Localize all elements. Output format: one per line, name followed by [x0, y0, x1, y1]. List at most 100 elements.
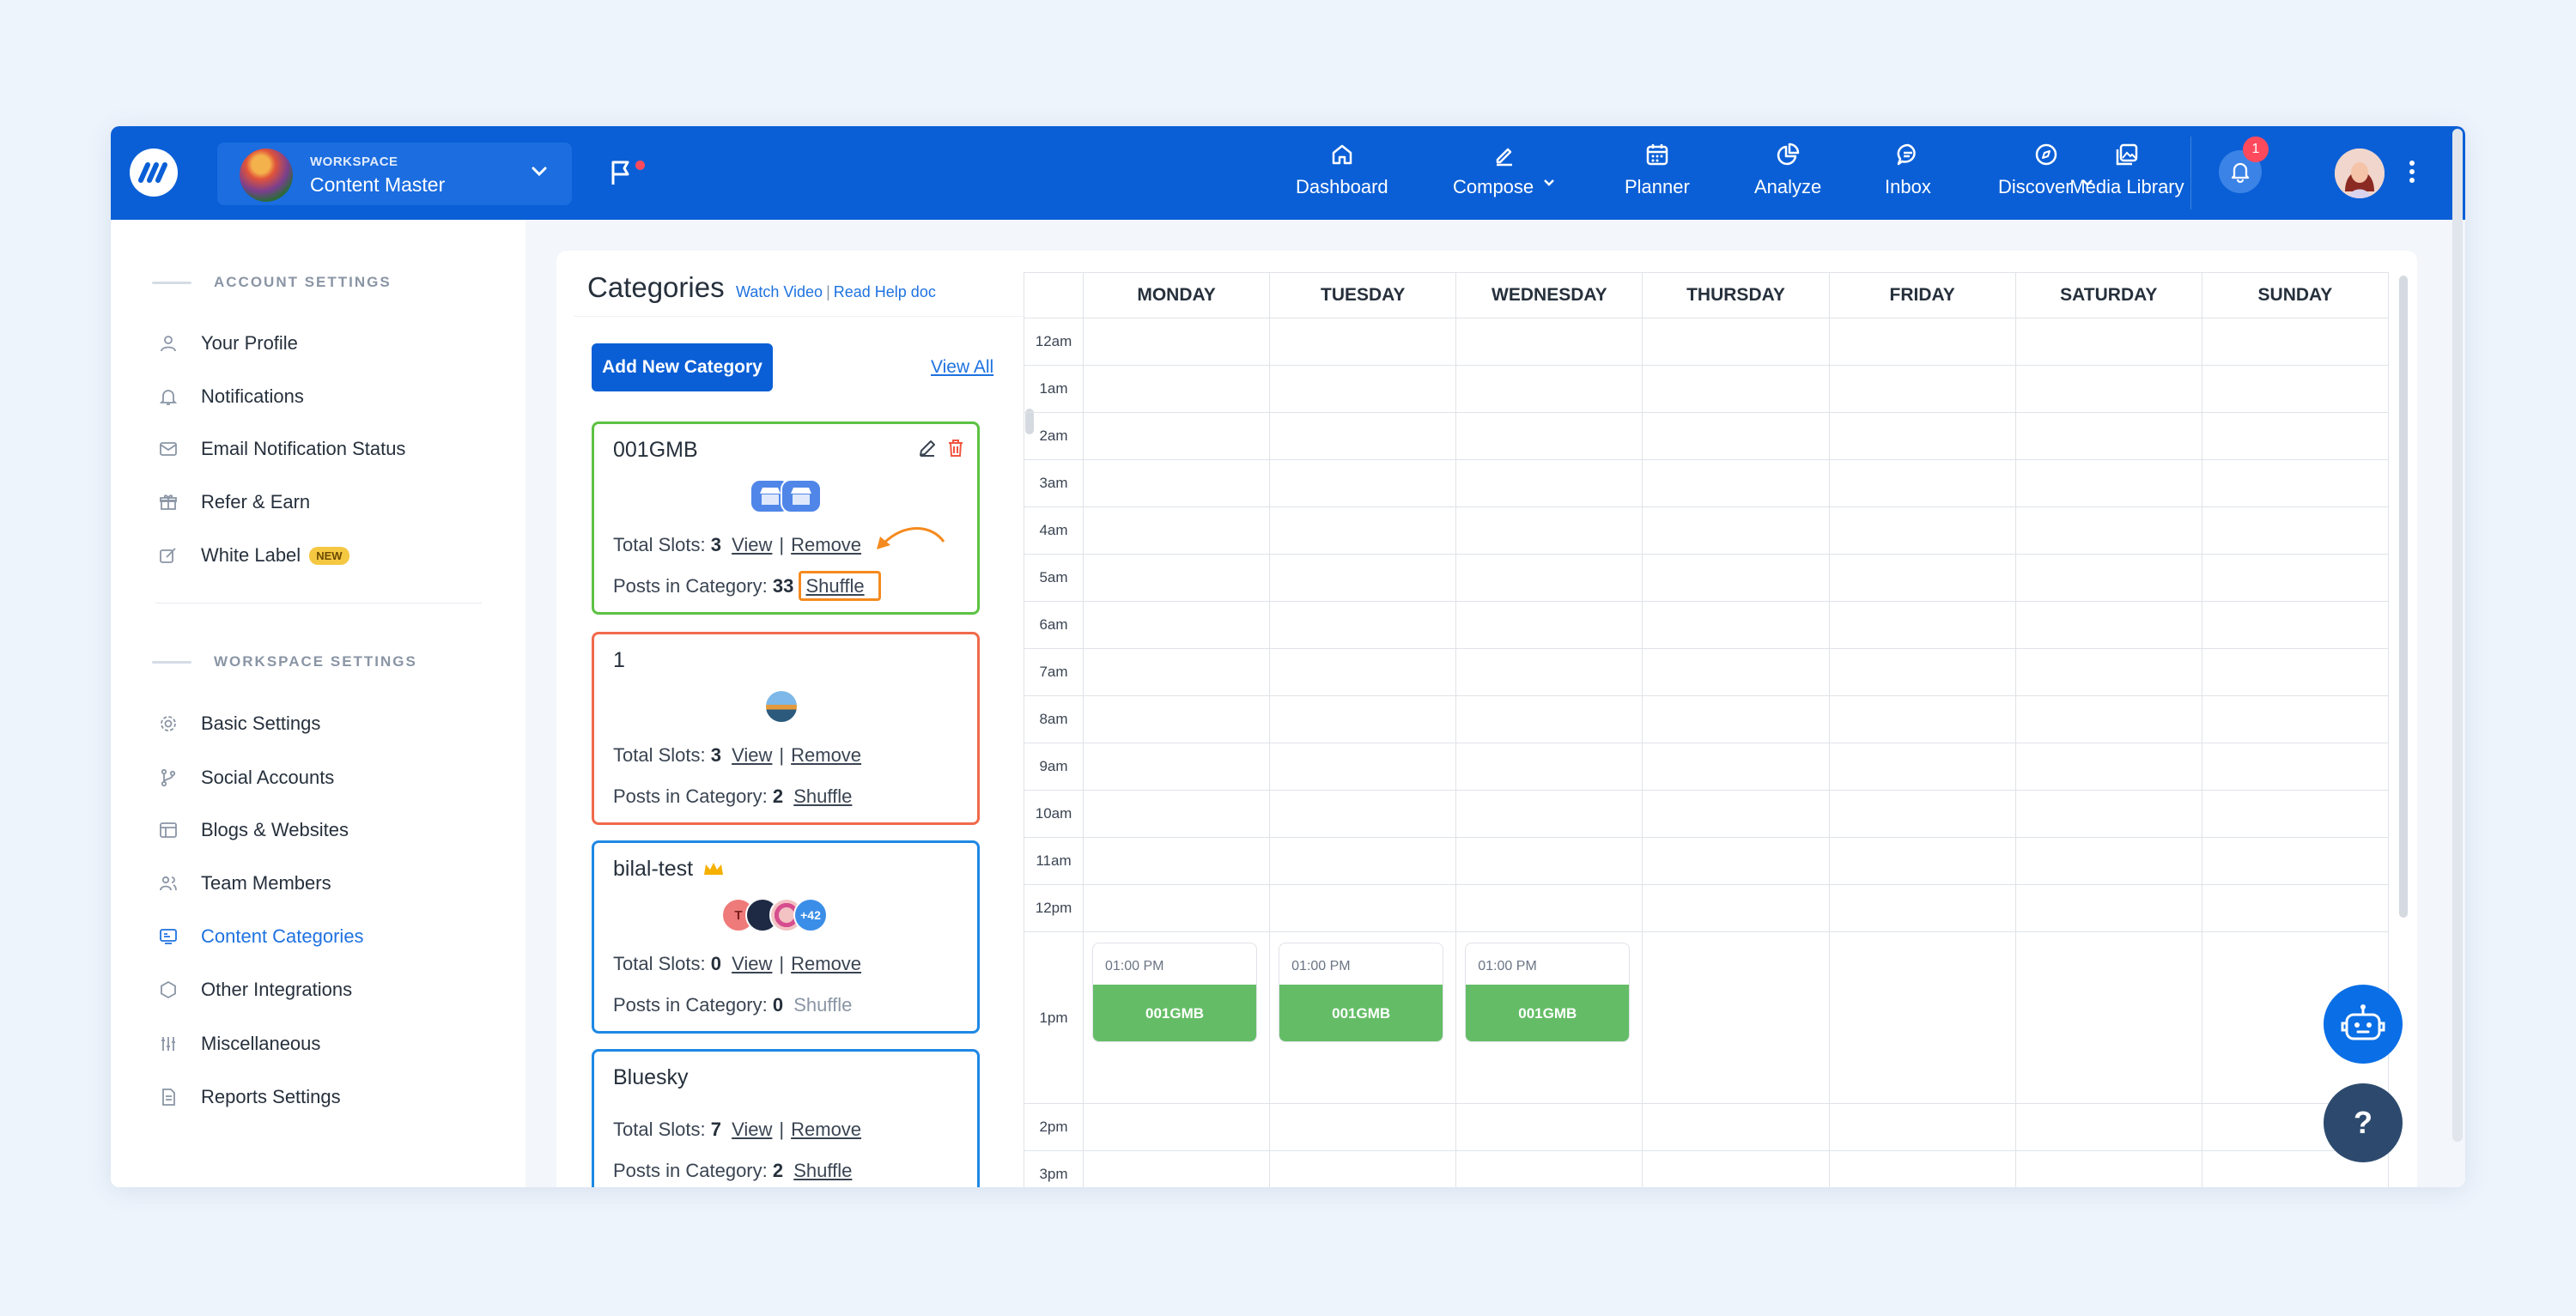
account-avatars	[750, 479, 822, 513]
hour-label: 10am	[1024, 790, 1084, 838]
time-slot[interactable]: 01:00 PM 001GMB	[1465, 943, 1631, 1042]
nav-compose[interactable]: Compose	[1453, 142, 1556, 206]
sidebar-item-label: Basic Settings	[201, 713, 321, 734]
posts-row: Posts in Category: 2 Shuffle	[613, 1160, 853, 1181]
time-header-corner	[1024, 272, 1084, 318]
gift-icon	[160, 494, 177, 510]
hour-label: 7am	[1024, 648, 1084, 696]
layout-icon	[160, 822, 177, 838]
sidebar-item-content-categories[interactable]: Content Categories	[158, 922, 364, 951]
sidebar-item-reports-settings[interactable]: Reports Settings	[158, 1083, 341, 1112]
nav-dashboard[interactable]: Dashboard	[1296, 142, 1388, 206]
sidebar-item-other-integrations[interactable]: Other Integrations	[158, 975, 352, 1004]
add-new-category-button[interactable]: Add New Category	[592, 343, 773, 391]
category-card[interactable]: Bluesky Total Slots: 7 View | Remove Posts…	[592, 1049, 980, 1187]
flag-icon[interactable]	[609, 159, 633, 186]
view-slots-link[interactable]: View	[732, 744, 772, 766]
workspace-name: Content Master	[310, 173, 446, 196]
total-slots-row: Total Slots: 0 View | Remove	[613, 953, 862, 974]
sidebar-item-your-profile[interactable]: Your Profile	[158, 329, 298, 358]
view-slots-link[interactable]: View	[732, 534, 772, 555]
hour-label: 8am	[1024, 695, 1084, 743]
view-slots-link[interactable]: View	[732, 953, 772, 974]
nav-inbox[interactable]: Inbox	[1885, 142, 1931, 206]
view-all-link[interactable]: View All	[931, 357, 993, 378]
hour-label: 6am	[1024, 601, 1084, 649]
categories-panel: Categories Watch Video | Read Help doc Add…	[556, 251, 2417, 1187]
remove-link[interactable]: Remove	[791, 744, 861, 766]
chat-bubble-icon	[1897, 143, 1916, 166]
remove-link[interactable]: Remove	[791, 534, 861, 555]
sidebar-item-team-members[interactable]: Team Members	[158, 869, 331, 898]
sidebar-item-label: Email Notification Status	[201, 438, 406, 459]
category-icon	[160, 929, 177, 944]
logo-icon	[138, 162, 167, 183]
category-card[interactable]: 001GMB Total Slots: 3 View | Remove Post…	[592, 421, 980, 615]
time-slot[interactable]: 01:00 PM 001GMB	[1092, 943, 1257, 1042]
app-logo[interactable]	[130, 149, 178, 197]
sidebar-item-basic-settings[interactable]: Basic Settings	[158, 709, 320, 738]
category-card[interactable]: bilal-test T +42 Total Slots: 0 View | Rem…	[592, 840, 980, 1034]
title-divider	[574, 316, 1046, 317]
notification-count-badge: 1	[2243, 136, 2269, 162]
nav-planner[interactable]: Planner	[1625, 142, 1690, 206]
hour-label: 11am	[1024, 837, 1084, 885]
category-name: 001GMB	[613, 438, 698, 462]
help-button[interactable]: ?	[2324, 1083, 2403, 1162]
posts-value: 2	[772, 785, 784, 807]
hour-label: 1am	[1024, 365, 1084, 413]
slot-time: 01:00 PM	[1478, 959, 1537, 973]
sidebar-item-label: Reports Settings	[201, 1086, 341, 1107]
edit-icon[interactable]	[917, 438, 938, 458]
workspace-switcher[interactable]: WORKSPACE Content Master	[217, 143, 572, 205]
hour-label: 3am	[1024, 459, 1084, 507]
nav-dashboard-label: Dashboard	[1296, 176, 1388, 197]
sidebar-item-blogs-websites[interactable]: Blogs & Websites	[158, 816, 349, 845]
posts-value: 33	[772, 575, 794, 597]
watch-video-link[interactable]: Watch Video	[736, 283, 823, 300]
shuffle-link[interactable]: Shuffle	[793, 1160, 852, 1181]
page-scrollbar[interactable]	[2452, 129, 2463, 1185]
day-header: SUNDAY	[2201, 272, 2390, 318]
gear-icon	[161, 716, 176, 731]
nav-divider	[2190, 136, 2191, 209]
sliders-icon	[161, 1037, 175, 1051]
sidebar-item-miscellaneous[interactable]: Miscellaneous	[158, 1029, 320, 1058]
posts-value: 0	[772, 994, 784, 1016]
pie-chart-icon	[1777, 143, 1800, 166]
nav-media-library[interactable]: Media Library	[2045, 142, 2208, 206]
calendar-scrollbar[interactable]	[2399, 276, 2408, 1186]
trash-icon[interactable]	[946, 438, 965, 458]
view-slots-link[interactable]: View	[732, 1119, 772, 1140]
shuffle-link[interactable]: Shuffle	[799, 571, 881, 601]
gmb-store-icon	[781, 479, 822, 513]
total-slots-value: 3	[710, 744, 721, 766]
remove-link[interactable]: Remove	[791, 953, 861, 974]
sidebar-item-label: Team Members	[201, 872, 331, 894]
workspace-avatar	[240, 149, 293, 202]
read-help-link[interactable]: Read Help doc	[834, 283, 936, 300]
home-icon	[1332, 144, 1352, 165]
sidebar-item-refer-earn[interactable]: Refer & Earn	[158, 488, 310, 517]
crown-icon	[704, 863, 724, 875]
nav-analyze[interactable]: Analyze	[1754, 142, 1821, 206]
sidebar-item-notifications[interactable]: Notifications	[158, 382, 304, 411]
more-options-icon[interactable]	[2408, 159, 2416, 185]
account-avatars: T +42	[721, 898, 828, 932]
settings-sidebar: ACCOUNT SETTINGS Your Profile Notificati…	[111, 220, 526, 1187]
hour-label: 1pm	[1024, 931, 1084, 1104]
category-card[interactable]: 1 Total Slots: 3 View | Remove Posts in Ca…	[592, 632, 980, 825]
user-avatar[interactable]	[2335, 149, 2385, 198]
remove-link[interactable]: Remove	[791, 1119, 861, 1140]
sidebar-item-social-accounts[interactable]: Social Accounts	[158, 763, 334, 792]
total-slots-row: Total Slots: 7 View | Remove	[613, 1119, 862, 1140]
top-navbar: WORKSPACE Content Master Dashboard Compo…	[111, 126, 2465, 220]
chevron-down-icon	[532, 167, 547, 177]
posts-row: Posts in Category: 0 Shuffle	[613, 994, 853, 1016]
day-header: THURSDAY	[1642, 272, 1830, 318]
sidebar-item-white-label[interactable]: White Label NEW	[158, 541, 349, 570]
ai-assistant-button[interactable]	[2324, 985, 2403, 1064]
sidebar-item-email-notification-status[interactable]: Email Notification Status	[158, 434, 405, 464]
shuffle-link[interactable]: Shuffle	[793, 785, 852, 807]
time-slot[interactable]: 01:00 PM 001GMB	[1279, 943, 1444, 1042]
